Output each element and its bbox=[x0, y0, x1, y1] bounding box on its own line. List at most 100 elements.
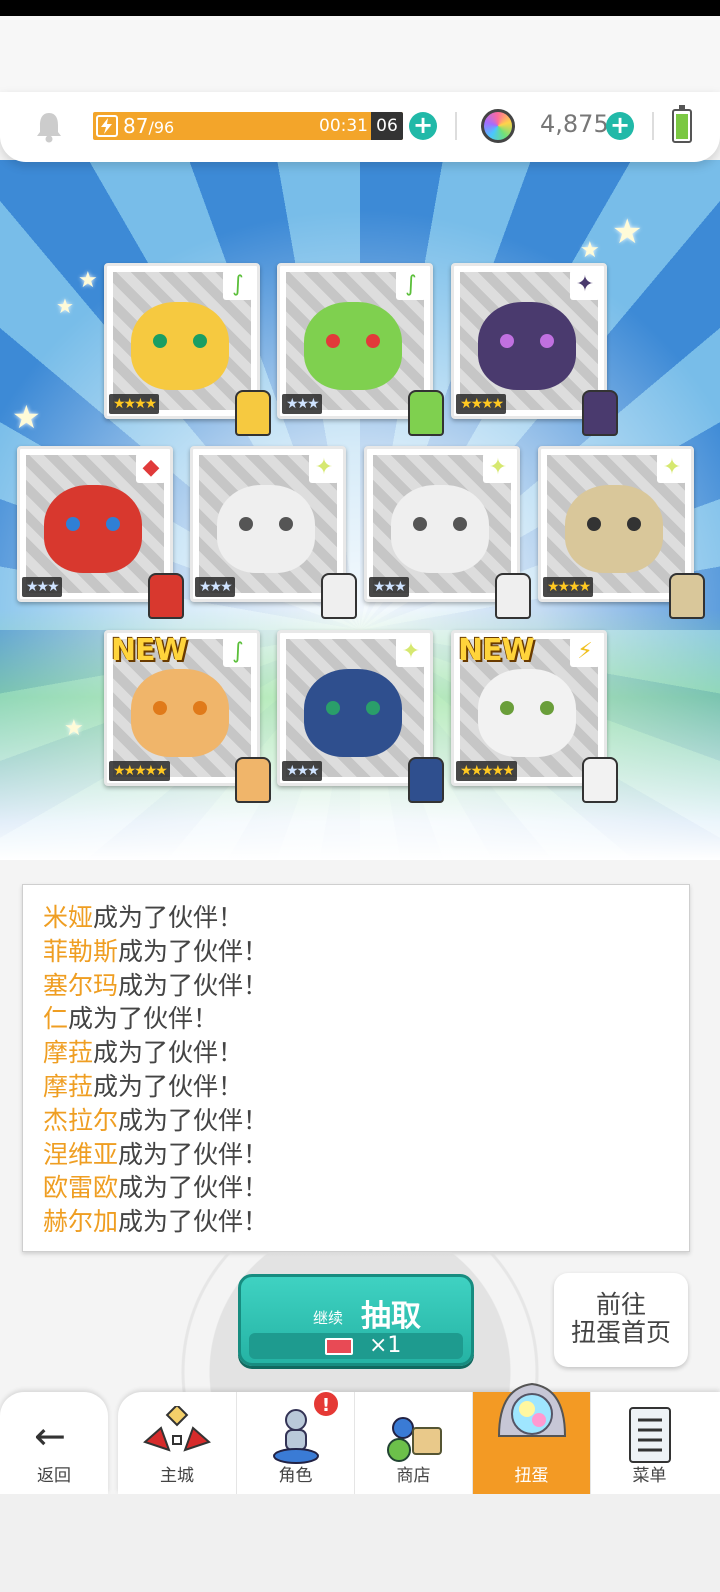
character-eye bbox=[193, 334, 207, 348]
bottom-safe-area bbox=[0, 1494, 720, 1592]
character-card[interactable]: ✦ ★★★ bbox=[277, 630, 444, 803]
grass-element-icon: ∫ bbox=[223, 270, 253, 300]
log-suffix: 成为了伙伴！ bbox=[118, 1173, 269, 1203]
character-eye bbox=[366, 701, 380, 715]
light-element-icon: ✦ bbox=[657, 453, 687, 483]
add-stamina-button[interactable]: + bbox=[409, 112, 437, 140]
nav-label-gacha: 扭蛋 bbox=[514, 1466, 549, 1486]
rarity-stars: ★★★ bbox=[369, 577, 409, 597]
add-gems-button[interactable]: + bbox=[606, 112, 634, 140]
character-eye bbox=[500, 701, 514, 715]
character-card[interactable]: ◆ ★★★ bbox=[17, 446, 184, 619]
gem-count: 4,875 bbox=[540, 110, 609, 138]
nav-item-character[interactable]: ! 角色 bbox=[236, 1390, 354, 1494]
character-card[interactable]: ∫ ★★★★★ NEW bbox=[104, 630, 271, 803]
continue-draw-button[interactable]: 继续 抽取 ×1 bbox=[238, 1274, 474, 1366]
rarity-stars: ★★★★ bbox=[543, 577, 594, 597]
back-label: 返回 bbox=[37, 1466, 71, 1486]
character-card[interactable]: ✦ ★★★★ bbox=[538, 446, 705, 619]
log-character-name: 欧雷欧 bbox=[43, 1173, 119, 1203]
chibi-sprite bbox=[148, 573, 184, 619]
continue-label: 继续 bbox=[313, 1309, 344, 1327]
log-character-name: 涅维亚 bbox=[43, 1139, 119, 1169]
character-face bbox=[391, 485, 489, 573]
character-eye bbox=[279, 517, 293, 531]
log-line: 摩菈成为了伙伴！ bbox=[43, 1070, 669, 1104]
goto-gacha-home-button[interactable]: 前往 扭蛋首页 bbox=[554, 1273, 688, 1367]
character-eye bbox=[453, 517, 467, 531]
character-card[interactable]: ∫ ★★★ bbox=[277, 263, 444, 436]
log-suffix: 成为了伙伴！ bbox=[118, 1105, 269, 1135]
character-eye bbox=[66, 517, 80, 531]
chibi-sprite bbox=[669, 573, 705, 619]
character-face bbox=[217, 485, 315, 573]
ticket-icon bbox=[325, 1338, 353, 1355]
system-status-bar bbox=[0, 0, 720, 16]
bell-icon[interactable] bbox=[34, 110, 64, 144]
grass-element-icon: ∫ bbox=[223, 637, 253, 667]
stamina-bolt-icon bbox=[96, 115, 118, 137]
character-card[interactable]: ⚡ ★★★★★ NEW bbox=[451, 630, 618, 803]
sparkle-star-icon: ★ bbox=[78, 268, 98, 293]
character-eye bbox=[500, 334, 514, 348]
divider bbox=[455, 112, 457, 140]
nav-label-menu: 菜单 bbox=[632, 1466, 667, 1486]
nav-item-menu[interactable]: 菜单 bbox=[590, 1392, 708, 1494]
rarity-stars: ★★★ bbox=[282, 394, 322, 414]
nav-label-shop: 商店 bbox=[396, 1466, 431, 1486]
light-element-icon: ✦ bbox=[396, 637, 426, 667]
log-suffix: 成为了伙伴！ bbox=[118, 1207, 269, 1237]
rarity-stars: ★★★★★ bbox=[109, 761, 170, 781]
nav-item-castle[interactable]: 主城 bbox=[118, 1392, 236, 1494]
character-face bbox=[131, 302, 229, 390]
log-line: 塞尔玛成为了伙伴！ bbox=[43, 969, 669, 1003]
new-badge: NEW bbox=[111, 633, 188, 668]
character-card[interactable]: ✦ ★★★ bbox=[190, 446, 357, 619]
back-button[interactable]: ← 返回 bbox=[0, 1392, 108, 1494]
chibi-sprite bbox=[582, 757, 618, 803]
character-face bbox=[44, 485, 142, 573]
nav-item-shop[interactable]: 商店 bbox=[354, 1392, 472, 1494]
log-character-name: 塞尔玛 bbox=[43, 970, 119, 1000]
character-card[interactable]: ✦ ★★★★ bbox=[451, 263, 618, 436]
nav-label-character: 角色 bbox=[278, 1466, 313, 1486]
rarity-stars: ★★★★ bbox=[456, 394, 507, 414]
bottom-nav: 主城 ! 角色 商店 扭蛋 菜单 bbox=[118, 1382, 720, 1494]
log-character-name: 杰拉尔 bbox=[43, 1105, 119, 1135]
log-line: 菲勒斯成为了伙伴！ bbox=[43, 935, 669, 969]
sparkle-star-icon: ★ bbox=[12, 398, 41, 436]
character-face bbox=[131, 669, 229, 757]
log-suffix: 成为了伙伴！ bbox=[118, 970, 269, 1000]
character-eye bbox=[239, 517, 253, 531]
light-element-icon: ✦ bbox=[483, 453, 513, 483]
recruit-log: 米娅成为了伙伴！ 菲勒斯成为了伙伴！ 塞尔玛成为了伙伴！ 仁成为了伙伴！ 摩菈成为了伙伴… bbox=[22, 884, 690, 1252]
character-card[interactable]: ✦ ★★★ bbox=[364, 446, 531, 619]
sparkle-star-icon: ★ bbox=[580, 238, 600, 263]
nav-item-gacha[interactable]: 扭蛋 bbox=[472, 1382, 590, 1494]
castle-icon bbox=[143, 1406, 211, 1452]
log-character-name: 米娅 bbox=[43, 903, 94, 932]
chibi-sprite bbox=[408, 757, 444, 803]
draw-cost-qty: ×1 bbox=[369, 1333, 402, 1358]
log-line: 仁成为了伙伴！ bbox=[43, 1002, 669, 1036]
character-eye bbox=[193, 701, 207, 715]
chibi-sprite bbox=[235, 757, 271, 803]
menu-icon bbox=[628, 1407, 671, 1463]
log-suffix: 成为了伙伴！ bbox=[68, 1004, 219, 1034]
log-character-name: 赫尔加 bbox=[43, 1207, 119, 1237]
character-face bbox=[478, 669, 576, 757]
nav-label-castle: 主城 bbox=[160, 1466, 194, 1486]
stamina-bar: 87/96 00:31 06 bbox=[93, 112, 403, 140]
stamina-timer-seconds: 06 bbox=[371, 112, 403, 140]
sparkle-star-icon: ★ bbox=[64, 716, 84, 741]
character-eye bbox=[627, 517, 641, 531]
gacha-icon bbox=[497, 1382, 566, 1437]
character-eye bbox=[326, 701, 340, 715]
character-card[interactable]: ∫ ★★★★ bbox=[104, 263, 271, 436]
stamina-value: 87/96 bbox=[123, 114, 175, 138]
character-eye bbox=[153, 334, 167, 348]
chibi-sprite bbox=[582, 390, 618, 436]
log-suffix: 成为了伙伴！ bbox=[93, 1038, 244, 1068]
log-character-name: 摩菈 bbox=[43, 1071, 94, 1101]
character-eye bbox=[540, 334, 554, 348]
